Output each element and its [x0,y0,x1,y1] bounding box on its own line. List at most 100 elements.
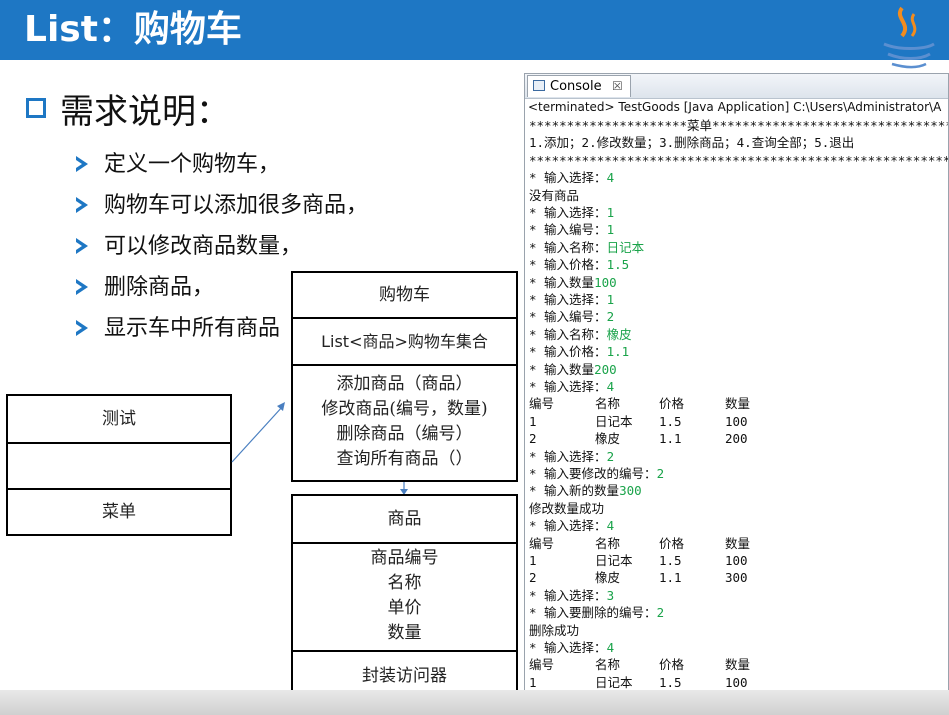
console-line: 编号 名称 价格 数量 [529,535,750,552]
console-line: 编号 名称 价格 数量 [529,656,750,673]
console-cell: 200 [725,431,748,447]
console-cell: 1.5 [659,413,682,429]
console-input-value: 2 [606,448,615,464]
console-text: ****************************************… [529,152,949,168]
java-logo-icon [883,6,935,69]
test-to-cart-arrow [231,405,284,463]
cart-method: 修改商品(编号，数量) [321,399,488,419]
product-attribute: 单价 [387,598,422,618]
console-line: * 输入选择：4 [529,639,614,656]
test-class-menu-cell: 菜单 [8,490,230,534]
test-to-cart-arrowhead [277,402,285,411]
console-text: 1.添加；2.修改数量；3.删除商品；4.查询全部；5.退出 [529,135,855,151]
console-cell: 橡皮 [595,431,621,447]
console-cell: 价格 [659,535,685,551]
console-cell: 1.5 [659,674,682,690]
test-class-menu: 菜单 [102,502,136,522]
cart-class-attribute-cell: List<商品>购物车集合 [293,319,516,366]
console-cell: 名称 [595,535,621,551]
console-cell: 编号 [529,535,555,551]
console-line: 编号 名称 价格 数量 [529,395,750,412]
console-line: 2 橡皮 1.1 300 [529,569,748,586]
console-input-value: 1 [606,205,615,220]
console-line: * 输入数量100 [529,274,617,291]
console-status: <terminated> TestGoods [Java Application… [528,100,942,114]
arrow-bullet-icon [76,238,88,254]
console-cell: 价格 [659,657,685,673]
console-cell: 2 [529,570,537,586]
console-text: * 输入选择： [529,518,607,534]
arrow-bullet-icon [76,156,88,172]
console-line: * 输入要修改的编号：2 [529,465,664,482]
console-text: * 输入数量 [529,274,595,290]
cart-class-attribute: List<商品>购物车集合 [321,332,488,351]
console-line: 2 橡皮 1.1 200 [529,430,748,447]
slide-title-bar: List：购物车 [0,0,949,69]
product-attribute: 商品编号 [370,548,439,568]
test-class-box: 测试 菜单 [6,394,232,536]
console-cell: 1.1 [659,431,682,447]
console-cell: 1 [529,674,537,690]
console-line: 1 日记本 1.5 100 [529,413,748,430]
console-line: 没有商品 [529,187,579,204]
console-line: 修改数量成功 [529,500,604,517]
console-text: * 输入价格： [529,344,607,360]
console-cell: 日记本 [595,674,633,690]
console-cell: 数量 [725,535,751,551]
console-tab-bar: Console ☒ [525,74,948,99]
console-input-value: 4 [606,379,615,394]
slide-bottom-bar [0,690,949,715]
console-line: * 输入选择：1 [529,291,614,308]
arrow-bullet-icon [76,279,88,295]
console-tab-label: Console [550,79,602,94]
console-line: * 输入价格：1.1 [529,343,629,360]
bullet-text: 购物车可以添加很多商品， [104,193,369,218]
console-icon [533,80,545,91]
console-input-value: 1.5 [606,257,630,273]
console-line: ****************************************… [529,152,949,169]
square-bullet-icon [26,98,46,118]
console-cell: 1 [529,553,537,568]
console-text: * 输入选择： [529,448,607,464]
console-text: * 输入选择： [529,640,607,655]
console-input-value: 200 [594,361,617,377]
console-cell: 日记本 [595,413,633,429]
console-text: * 输入编号： [529,309,607,325]
console-line: * 输入选择：3 [529,587,614,604]
console-input-value: 4 [606,518,615,534]
console-cell: 数量 [725,396,751,412]
product-attribute: 名称 [387,573,422,593]
cart-class-name: 购物车 [379,285,430,305]
console-input-value: 1.1 [606,344,630,360]
tab-console[interactable]: Console ☒ [527,75,631,97]
console-text: * 输入选择： [529,292,607,307]
cart-method: 添加商品（商品） [336,374,473,394]
console-input-value: 4 [606,170,615,186]
console-input-value: 300 [619,483,642,499]
console-line: * 输入编号：2 [529,308,614,325]
console-cell: 数量 [725,657,751,673]
bullet-text: 删除商品， [104,275,215,300]
console-text: 删除成功 [529,622,580,638]
console-text: * 输入要修改的编号： [529,466,657,481]
console-panel[interactable]: Console ☒ <terminated> TestGoods [Java A… [524,73,949,705]
console-input-value: 1 [606,222,615,238]
console-text: * 输入名称： [529,239,607,255]
console-text: * 输入选择： [529,205,607,220]
console-input-value: 2 [656,605,665,621]
console-text: * 输入价格： [529,257,607,273]
console-input-value: 4 [606,640,615,655]
arrow-bullet-icon [76,320,88,336]
cart-class-name-cell: 购物车 [293,273,516,319]
console-text: * 输入选择： [529,170,607,186]
console-cell: 1.5 [659,553,682,568]
console-line: * 输入新的数量300 [529,482,642,499]
console-cell: 编号 [529,657,555,673]
cart-method: 删除商品（编号） [336,424,473,444]
close-icon[interactable]: ☒ [612,76,623,97]
console-input-value: 2 [656,466,665,481]
console-input-value: 橡皮 [606,326,632,342]
console-input-value: 日记本 [606,239,645,255]
product-class-box: 商品 商品编号 名称 单价 数量 封装访问器 [291,494,518,705]
console-line: * 输入名称：日记本 [529,239,644,256]
